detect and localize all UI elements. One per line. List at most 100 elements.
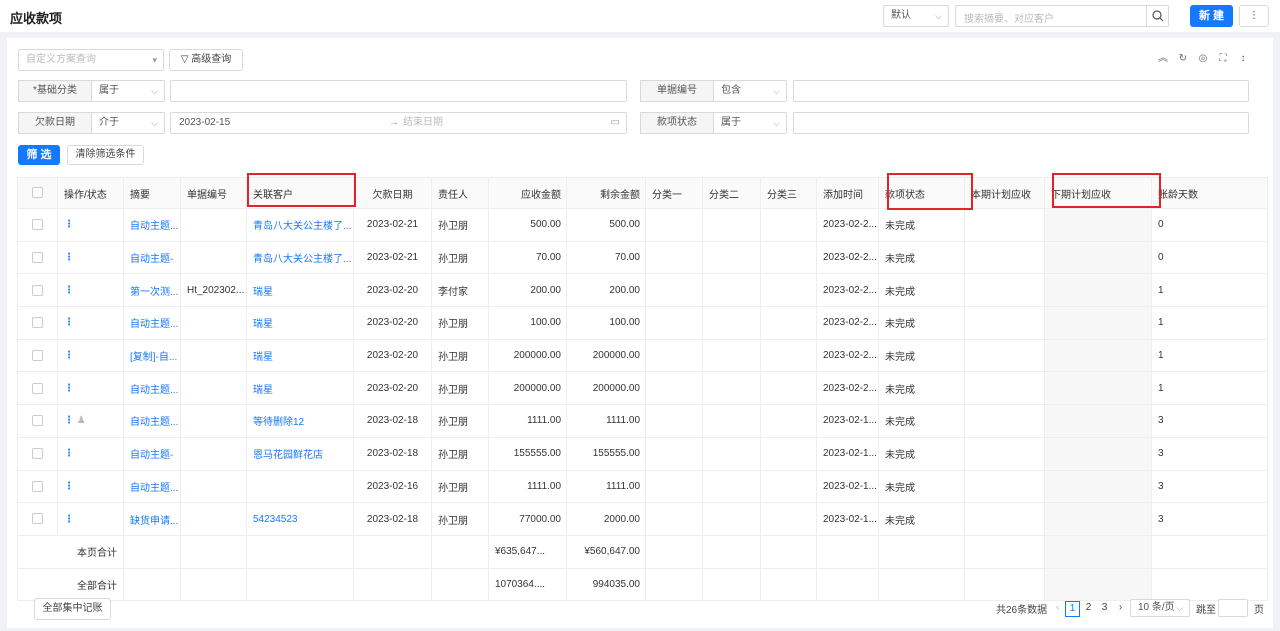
col-header-current-plan[interactable]: 本期计划应收 — [964, 177, 1045, 209]
row-checkbox[interactable] — [17, 338, 58, 373]
row-checkbox[interactable] — [17, 469, 58, 504]
fullscreen-icon[interactable]: ⛶ — [1217, 53, 1229, 65]
filter-op-status[interactable]: 属于 ⌵ — [713, 112, 787, 134]
cell-summary[interactable]: 自动主题... — [123, 371, 181, 406]
more-actions-icon[interactable]: ⋮ — [64, 514, 74, 525]
cell-customer[interactable]: 青岛八大关公主楼了... — [246, 208, 354, 242]
row-checkbox[interactable] — [17, 306, 58, 340]
cell-summary[interactable]: 自动主题... — [123, 306, 181, 340]
page-3[interactable]: 3 — [1097, 601, 1112, 617]
cell-remain: 2000.00 — [566, 502, 646, 536]
row-checkbox[interactable] — [17, 404, 58, 438]
more-actions-icon[interactable]: ⋮ — [64, 285, 74, 296]
filter-value-status[interactable] — [793, 112, 1249, 134]
batch-posting-button[interactable]: 全部集中记账 — [34, 598, 111, 620]
col-header-remain[interactable]: 剩余金额 — [566, 177, 646, 209]
settings-icon[interactable]: ◎ — [1197, 53, 1209, 65]
col-header-cat3[interactable]: 分类三 — [760, 177, 817, 209]
cell-summary[interactable]: 缺货申请... — [123, 502, 181, 536]
col-header-cat1[interactable]: 分类一 — [645, 177, 703, 209]
view-select[interactable]: 默认 ⌵ — [883, 5, 949, 27]
filter-op-date[interactable]: 介于 ⌵ — [91, 112, 165, 134]
date-range-input[interactable]: 2023-02-15 → 结束日期 ▭ — [170, 112, 627, 134]
cell-status: 未完成 — [878, 306, 965, 340]
new-button[interactable]: 新 建 — [1190, 5, 1233, 27]
cell-summary[interactable]: 自动主题- — [123, 436, 181, 471]
page-2[interactable]: 2 — [1081, 601, 1096, 617]
col-header-amount[interactable]: 应收金额 — [488, 177, 567, 209]
apply-filter-button[interactable]: 筛 选 — [18, 145, 60, 165]
prev-page-icon[interactable]: ‹ — [1050, 601, 1065, 617]
cell-customer[interactable]: 瑞星 — [246, 273, 354, 308]
column-height-icon[interactable]: ↕ — [1237, 53, 1249, 65]
calendar-icon[interactable]: ▭ — [611, 113, 620, 133]
row-checkbox[interactable] — [17, 502, 58, 536]
row-checkbox[interactable] — [17, 371, 58, 406]
row-actions[interactable]: ⋮ — [57, 306, 124, 340]
more-actions-icon[interactable]: ⋮ — [64, 350, 74, 361]
row-actions[interactable]: ⋮ — [57, 502, 124, 536]
row-actions[interactable]: ⋮ — [57, 371, 124, 406]
next-page-icon[interactable]: › — [1113, 601, 1128, 617]
col-header-aging-days[interactable]: 账龄天数 — [1151, 177, 1268, 209]
more-actions-icon[interactable]: ⋮ — [64, 481, 74, 492]
cell-customer[interactable]: 恩马花园鲜花店 — [246, 436, 354, 471]
select-all-checkbox[interactable] — [17, 177, 58, 209]
cell-customer[interactable]: 等待删除12 — [246, 404, 354, 438]
search-button[interactable] — [1146, 6, 1168, 26]
row-actions[interactable]: ⋮ — [57, 469, 124, 504]
row-actions[interactable]: ⋮ — [57, 208, 124, 242]
row-actions[interactable]: ⋮ — [57, 338, 124, 373]
filter-op-code[interactable]: 包含 ⌵ — [713, 80, 787, 102]
cell-customer[interactable]: 瑞星 — [246, 306, 354, 340]
more-actions-icon[interactable]: ⋮ — [64, 219, 74, 230]
filter-value-category[interactable] — [170, 80, 627, 102]
col-header-doc-code[interactable]: 单据编号 — [180, 177, 247, 209]
scheme-select[interactable]: 自定义方案查询 ▾ — [18, 49, 164, 71]
cell-summary[interactable]: 自动主题... — [123, 469, 181, 504]
cell-summary[interactable]: 自动主题... — [123, 208, 181, 242]
col-header-added-time[interactable]: 添加时间 — [816, 177, 879, 209]
advanced-query-button[interactable]: ▽ 高级查询 — [169, 49, 243, 71]
cell-summary[interactable]: [复制]-自... — [123, 338, 181, 373]
more-actions-icon[interactable]: ⋮ — [64, 383, 74, 394]
col-header-summary[interactable]: 摘要 — [123, 177, 181, 209]
cell-cat1 — [645, 338, 703, 373]
search-input[interactable]: 搜索摘要、对应客户 — [955, 5, 1169, 27]
row-actions[interactable]: ⋮ — [57, 273, 124, 308]
more-actions-icon[interactable]: ⋮ — [64, 317, 74, 328]
page-size-select[interactable]: 10 条/页 ⌵ — [1130, 599, 1190, 617]
col-header-owner[interactable]: 责任人 — [431, 177, 489, 209]
page-1[interactable]: 1 — [1065, 601, 1080, 617]
row-checkbox[interactable] — [17, 240, 58, 275]
col-header-op-status[interactable]: 操作/状态 — [57, 177, 124, 209]
cell-customer[interactable]: 青岛八大关公主楼了... — [246, 240, 354, 275]
clear-filter-button[interactable]: 清除筛选条件 — [67, 145, 144, 165]
cell-customer[interactable] — [246, 469, 354, 504]
cell-current-plan — [964, 502, 1045, 536]
goto-page-input[interactable] — [1218, 599, 1248, 617]
row-actions[interactable]: ⋮ ♟ — [57, 404, 124, 438]
filter-value-code[interactable] — [793, 80, 1249, 102]
more-button[interactable]: ⋮ — [1239, 5, 1269, 27]
row-actions[interactable]: ⋮ — [57, 436, 124, 471]
more-actions-icon[interactable]: ⋮ — [64, 448, 74, 459]
collapse-icon[interactable]: ︽ — [1157, 53, 1169, 65]
cell-customer[interactable]: 54234523 — [246, 502, 354, 536]
cell-summary[interactable]: 自动主题- — [123, 240, 181, 275]
more-actions-icon[interactable]: ⋮ — [64, 415, 74, 426]
refresh-icon[interactable]: ↻ — [1177, 53, 1189, 65]
filter-op-category[interactable]: 属于 ⌵ — [91, 80, 165, 102]
cell-customer[interactable]: 瑞星 — [246, 338, 354, 373]
row-checkbox[interactable] — [17, 208, 58, 242]
col-header-debt-date[interactable]: 欠款日期 — [353, 177, 432, 209]
more-actions-icon[interactable]: ⋮ — [64, 252, 74, 263]
col-header-cat2[interactable]: 分类二 — [702, 177, 761, 209]
row-actions[interactable]: ⋮ — [57, 240, 124, 275]
total-empty — [180, 534, 247, 569]
row-checkbox[interactable] — [17, 436, 58, 471]
row-checkbox[interactable] — [17, 273, 58, 308]
cell-summary[interactable]: 第一次测... — [123, 273, 181, 308]
cell-customer[interactable]: 瑞星 — [246, 371, 354, 406]
cell-summary[interactable]: 自动主题... — [123, 404, 181, 438]
